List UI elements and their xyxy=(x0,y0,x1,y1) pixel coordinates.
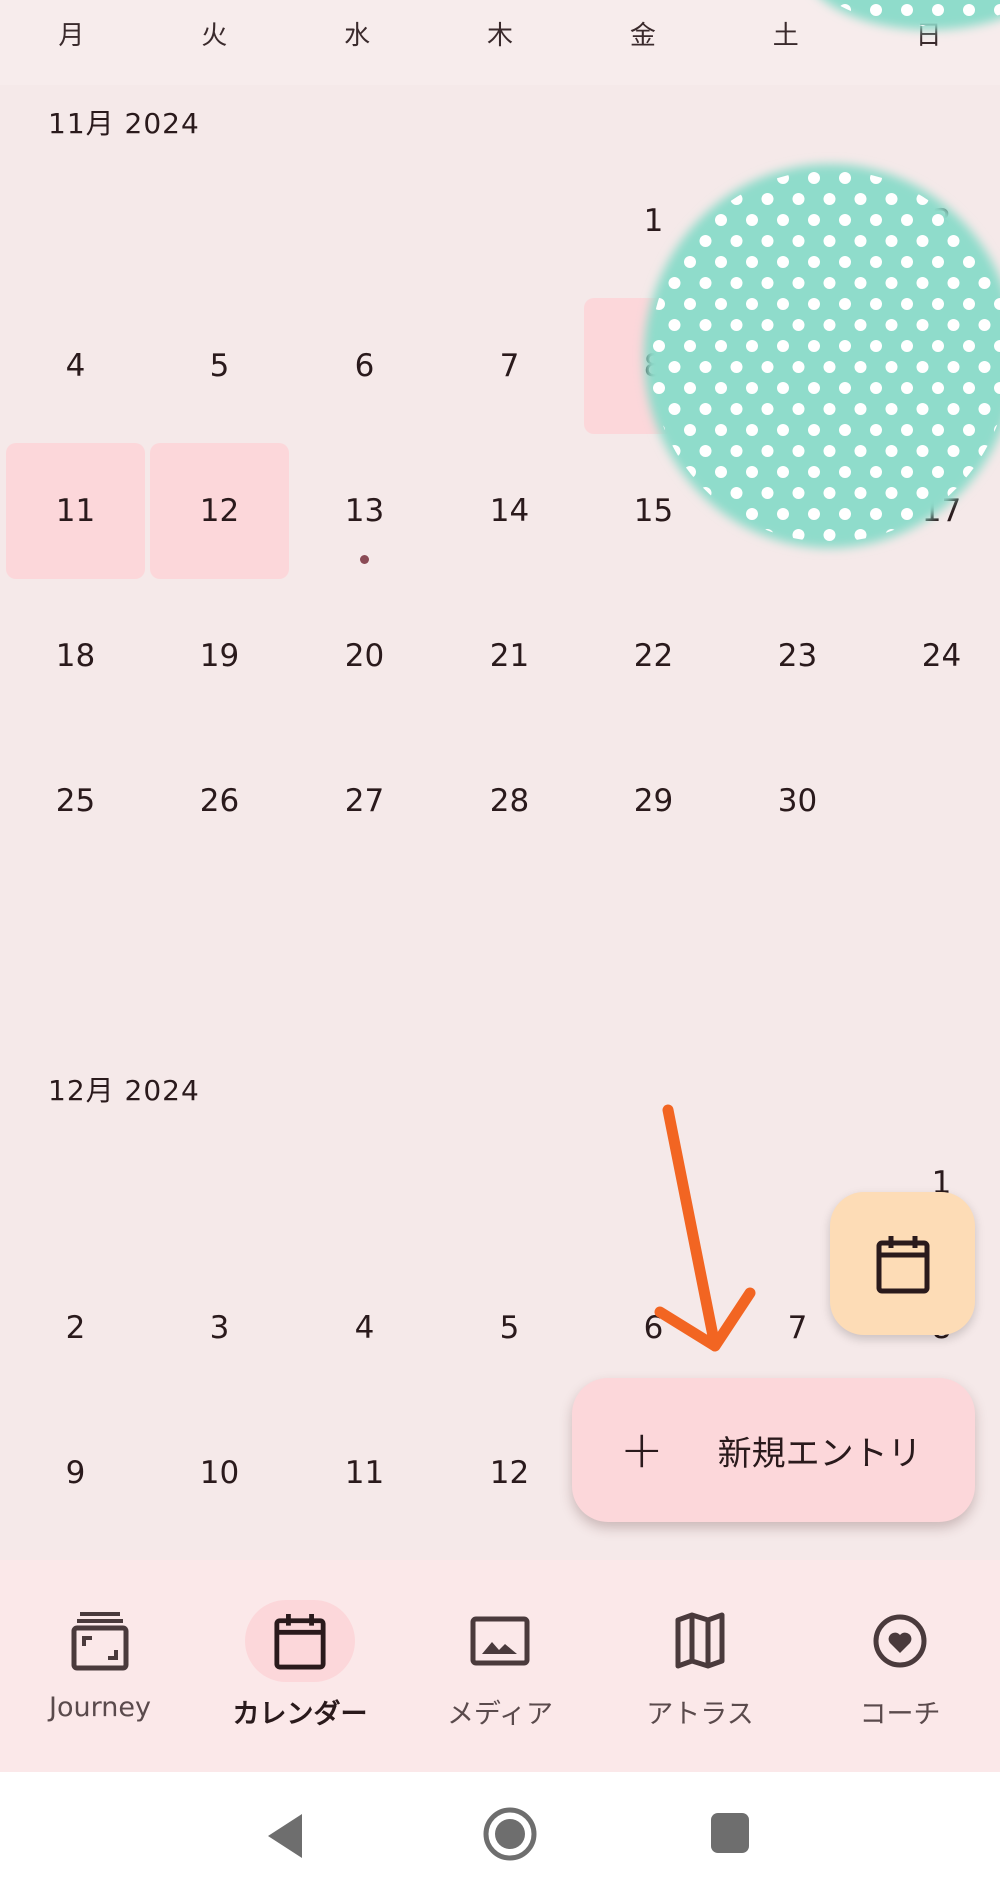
nav-coach-label: コーチ xyxy=(859,1699,941,1730)
nav-media-label: メディア xyxy=(446,1699,554,1730)
nav-journey-label: Journey xyxy=(49,1692,151,1723)
home-icon[interactable] xyxy=(482,1806,538,1862)
heart-circle-icon xyxy=(873,1614,927,1668)
system-navigation-bar xyxy=(0,1772,1000,1894)
nav-atlas[interactable]: アトラス xyxy=(600,1560,800,1772)
nav-calendar-label: カレンダー xyxy=(232,1699,368,1730)
today-button[interactable] xyxy=(830,1192,975,1335)
bottom-navigation: Journey カレンダー メディア アトラス コーチ xyxy=(0,1560,1000,1772)
image-icon xyxy=(470,1616,530,1666)
new-entry-label: 新規エントリ xyxy=(717,1433,922,1474)
nav-coach[interactable]: コーチ xyxy=(800,1560,1000,1772)
recents-icon[interactable] xyxy=(711,1813,749,1853)
new-entry-button[interactable]: + 新規エントリ xyxy=(572,1378,975,1522)
calendar-icon xyxy=(274,1614,326,1670)
map-icon xyxy=(675,1612,725,1669)
calendar-icon xyxy=(876,1235,929,1293)
nav-media[interactable]: メディア xyxy=(400,1560,600,1772)
back-icon[interactable] xyxy=(266,1812,306,1860)
journey-icon xyxy=(71,1612,129,1671)
plus-icon: + xyxy=(620,1420,664,1480)
nav-atlas-label: アトラス xyxy=(646,1699,754,1730)
nav-journey[interactable]: Journey xyxy=(0,1560,200,1772)
nav-calendar[interactable]: カレンダー xyxy=(200,1560,400,1772)
